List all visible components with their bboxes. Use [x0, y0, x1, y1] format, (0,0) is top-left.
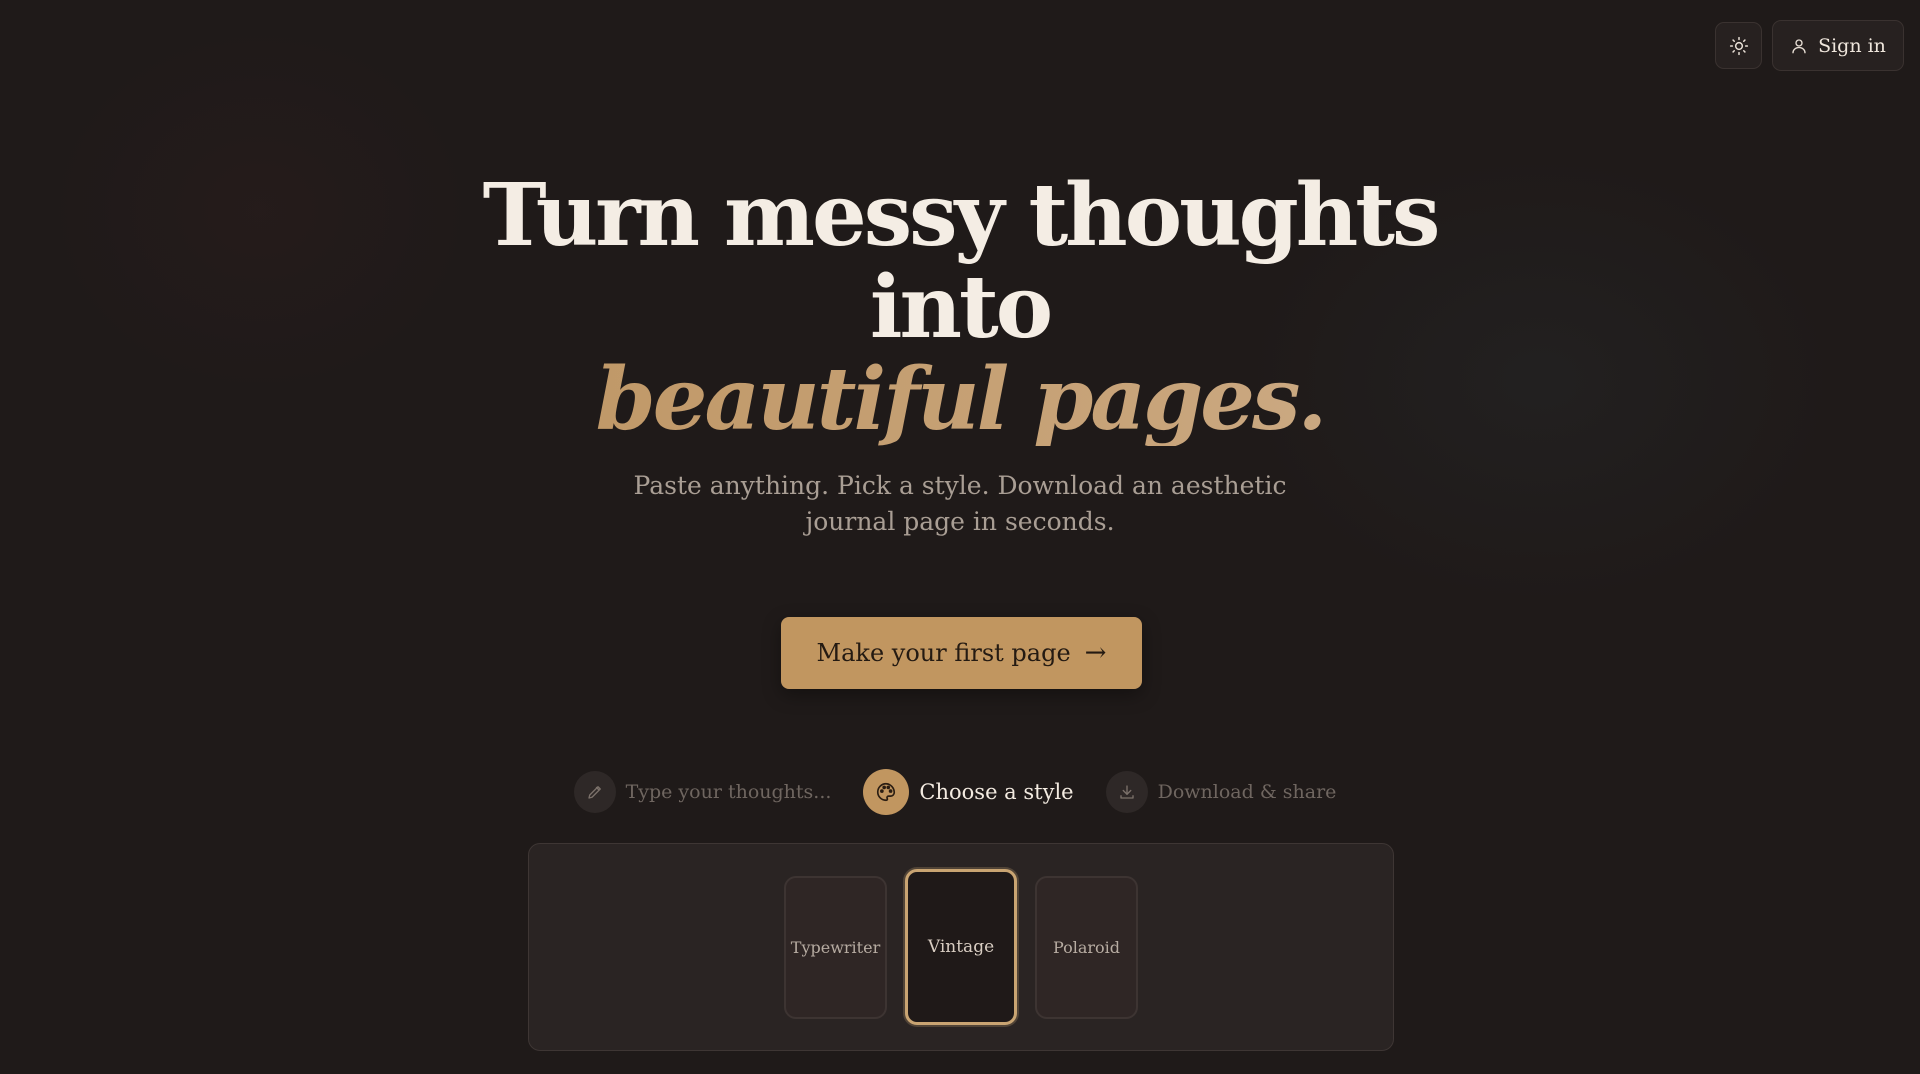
sign-in-button[interactable]: Sign in	[1772, 20, 1904, 71]
style-option-vintage[interactable]: Vintage	[905, 869, 1017, 1025]
headline-accent: beautiful pages.	[0, 354, 1920, 446]
hero-subtitle: Paste anything. Pick a style. Download a…	[633, 471, 1287, 536]
style-option-polaroid[interactable]: Polaroid	[1035, 875, 1138, 1019]
headline-line-2: into	[869, 257, 1053, 358]
make-first-page-button[interactable]: Make your first page →	[781, 617, 1142, 689]
pencil-icon	[573, 771, 616, 813]
step-type-thoughts[interactable]: Type your thoughts...	[573, 771, 832, 813]
style-option-typewriter[interactable]: Typewriter	[784, 875, 887, 1019]
theme-toggle-button[interactable]	[1715, 22, 1762, 69]
hero-section: Turn messy thoughts into beautiful pages…	[0, 170, 1920, 540]
download-icon	[1105, 771, 1148, 813]
palette-icon	[863, 769, 910, 815]
cta-label: Make your first page	[816, 639, 1071, 667]
steps-indicator: Type your thoughts... Choose a style Dow…	[0, 769, 1920, 815]
sign-in-label: Sign in	[1818, 34, 1886, 57]
arrow-right-icon: →	[1084, 638, 1107, 668]
style-picker-card: Typewriter Vintage Polaroid	[528, 843, 1394, 1051]
step-label: Choose a style	[919, 780, 1074, 804]
user-icon	[1790, 37, 1808, 55]
headline-line-1: Turn messy thoughts	[482, 165, 1441, 266]
step-label: Download & share	[1157, 781, 1337, 803]
step-label: Type your thoughts...	[625, 781, 832, 803]
sun-icon	[1729, 36, 1749, 56]
hero-headline: Turn messy thoughts into beautiful pages…	[0, 170, 1920, 446]
step-download-share[interactable]: Download & share	[1105, 771, 1337, 813]
step-choose-style[interactable]: Choose a style	[863, 769, 1074, 815]
